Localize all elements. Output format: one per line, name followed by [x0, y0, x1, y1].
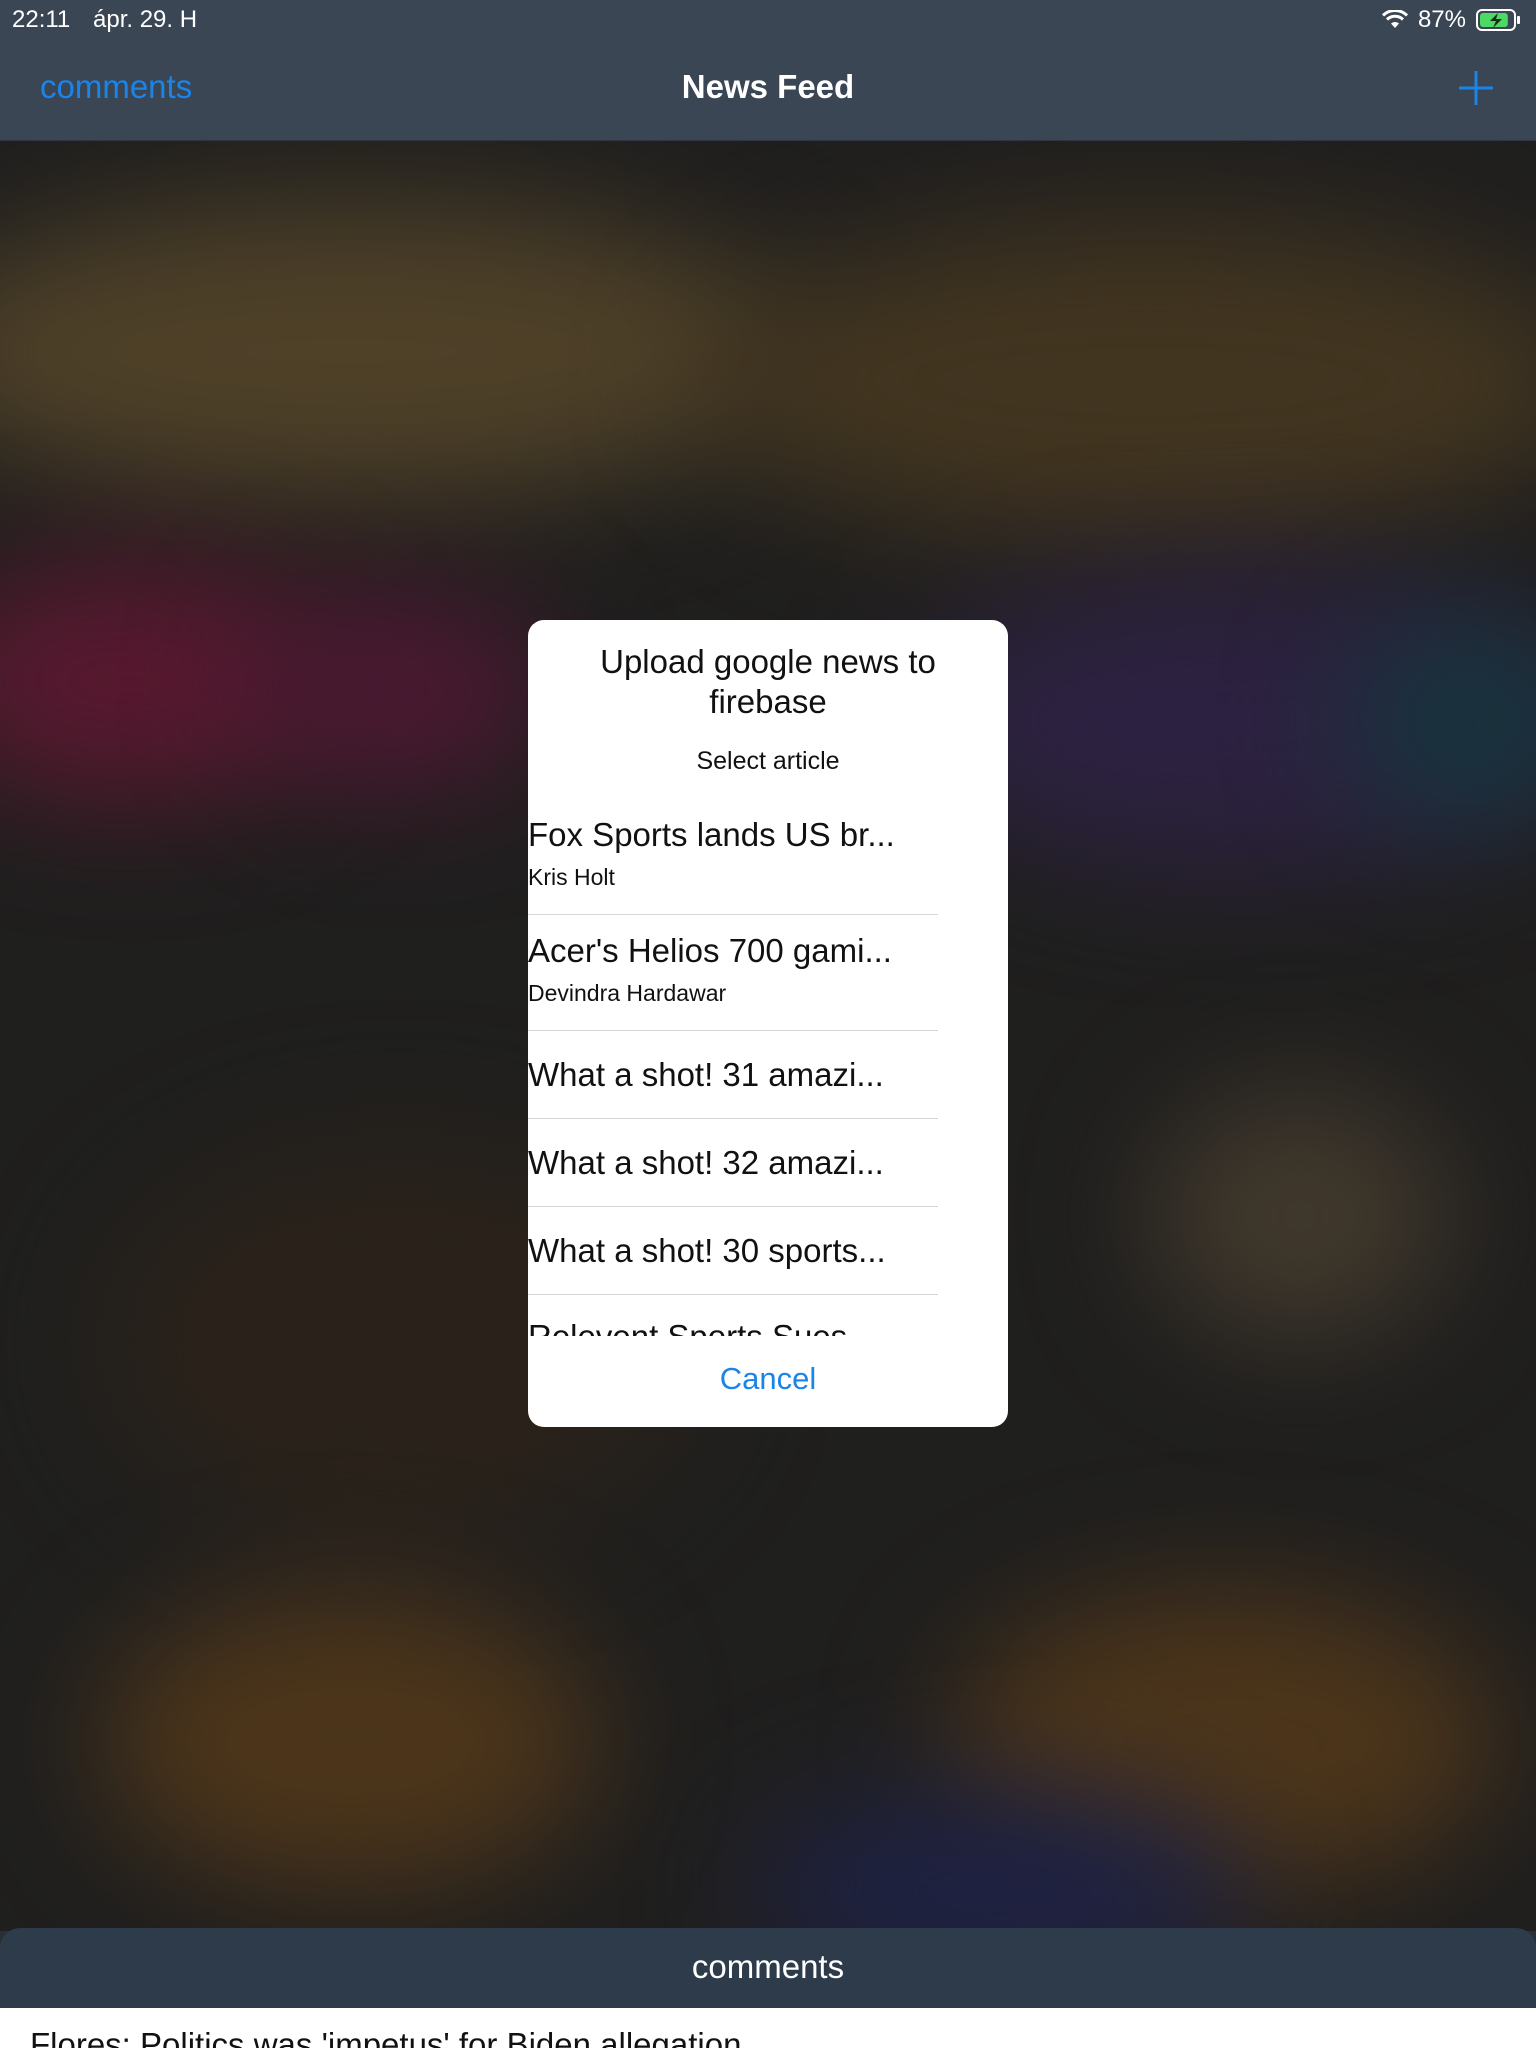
article-option[interactable]: Relevent Sports Sues — [528, 1296, 938, 1336]
plus-icon[interactable] — [1456, 68, 1496, 108]
cancel-button[interactable]: Cancel — [528, 1360, 1008, 1398]
article-option[interactable]: Acer's Helios 700 gami... Devindra Harda… — [528, 916, 938, 1031]
article-author: Kris Holt — [528, 864, 615, 890]
status-time: 22:11 — [12, 6, 71, 33]
comments-bar[interactable]: comments — [0, 1928, 1536, 2008]
article-title: What a shot! 30 sports... — [528, 1232, 886, 1269]
comments-bar-label: comments — [691, 1948, 845, 1985]
dialog-title-line: firebase — [709, 683, 827, 720]
wifi-icon — [1381, 10, 1408, 30]
page-title: News Feed — [681, 68, 855, 105]
status-bar: 22:11 ápr. 29. H 87% — [0, 0, 1536, 40]
article-title: What a shot! 31 amazi... — [528, 1056, 884, 1093]
comment-row[interactable]: Flores: Politics was 'impetus' for Biden… — [0, 2008, 1536, 2048]
article-title: Relevent Sports Sues — [528, 1318, 847, 1336]
dialog-message: Select article — [696, 747, 840, 775]
dialog-title: Upload google news to firebase — [558, 642, 978, 722]
battery-icon — [1476, 8, 1522, 32]
article-author: Devindra Hardawar — [528, 980, 727, 1006]
article-option[interactable]: What a shot! 31 amazi... — [528, 1032, 938, 1119]
dialog-scroll-area[interactable]: Upload google news to firebase Select art… — [528, 620, 1008, 1336]
dialog-title-line: Upload google news to — [600, 643, 936, 680]
navigation-bar: comments News Feed — [0, 40, 1536, 141]
article-option[interactable]: Fox Sports lands US br... Kris Holt — [528, 800, 938, 915]
article-option[interactable]: What a shot! 32 amazi... — [528, 1120, 938, 1207]
article-title: What a shot! 32 amazi... — [528, 1144, 884, 1181]
article-title: Fox Sports lands US br... — [528, 816, 895, 853]
status-date: ápr. 29. H — [93, 6, 198, 33]
status-indicators: 87% — [1381, 6, 1522, 34]
article-title: Acer's Helios 700 gami... — [528, 932, 892, 969]
battery-percent: 87% — [1417, 6, 1466, 33]
article-picker-dialog: Upload google news to firebase Select art… — [528, 620, 1008, 1427]
article-option[interactable]: What a shot! 30 sports... — [528, 1208, 938, 1295]
comment-headline: Flores: Politics was 'impetus' for Biden… — [30, 2026, 742, 2048]
